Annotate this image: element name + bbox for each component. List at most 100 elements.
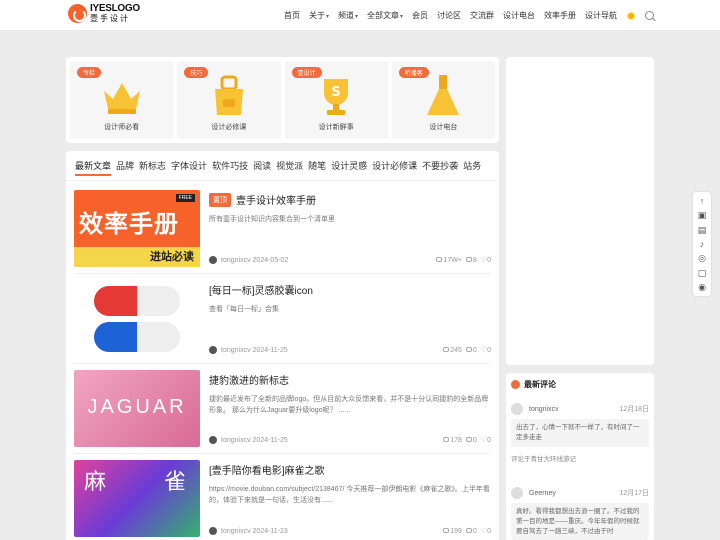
nav-radio[interactable]: 设计电台 xyxy=(503,10,535,21)
tab-latest[interactable]: 最新文章 xyxy=(75,159,112,176)
likes-count[interactable]: ♡0 xyxy=(481,527,491,535)
tab-software-tips[interactable]: 软件巧技 xyxy=(212,159,248,172)
sun-icon[interactable] xyxy=(628,12,634,19)
comment-item[interactable]: Geerney 12月17日 真好。看得我都想出去浪一圈了。不过我的第一目的地是… xyxy=(511,487,649,540)
post-title[interactable]: 捷豹激进的新标志 xyxy=(209,372,289,387)
nav-member[interactable]: 会员 xyxy=(412,10,428,21)
tab-site-news[interactable]: 站务 xyxy=(463,159,481,172)
floating-toolbar: ↑ ▣ ▤ ♪ ◎ ▢ ◉ xyxy=(693,192,711,296)
weibo-icon[interactable]: ◉ xyxy=(697,282,707,292)
author-avatar xyxy=(209,527,217,535)
search-icon[interactable] xyxy=(645,11,654,20)
likes-count[interactable]: ♡0 xyxy=(481,436,491,444)
post-thumbnail[interactable] xyxy=(74,280,200,357)
avatar xyxy=(511,403,523,415)
list-item[interactable]: [每日一标]灵感胶囊icon 查看「每日一标」合集 tongnixcv 2024… xyxy=(74,274,491,364)
logo-mark-icon xyxy=(68,4,87,23)
list-item[interactable]: FREE 效率手册 进站必读 置顶 壹手设计效率手册 所有壹手设计知识内容集合到… xyxy=(74,184,491,274)
list-item[interactable]: 麻 雀 [壹手陪你看电影]麻雀之歌 https://movie.douban.c… xyxy=(74,454,491,540)
nav-about[interactable]: 关于▾ xyxy=(309,10,329,21)
post-excerpt: 查看「每日一标」合集 xyxy=(209,306,279,313)
card-label: 设计电台 xyxy=(429,124,458,131)
post-author[interactable]: tongnixcv xyxy=(221,528,251,535)
post-meta: tongnixcv 2024-11-25 245 0 ♡0 xyxy=(209,346,491,354)
tab-inspiration[interactable]: 设计灵感 xyxy=(331,159,367,172)
likes-count[interactable]: ♡0 xyxy=(481,256,491,264)
main-nav: 首页 关于▾ 频道▾ 全部文章▾ 会员 讨论区 交流群 设计电台 效率手册 设计… xyxy=(284,0,654,31)
post-author[interactable]: tongnixcv xyxy=(221,437,251,444)
likes-count[interactable]: ♡0 xyxy=(481,346,491,354)
chevron-down-icon: ▾ xyxy=(399,14,403,20)
post-title[interactable]: 壹手设计效率手册 xyxy=(236,192,316,207)
comment-icon xyxy=(465,437,472,443)
card-design-radio[interactable]: 听播客 设计电台 xyxy=(391,61,495,139)
post-title[interactable]: [壹手陪你看电影]麻雀之歌 xyxy=(209,462,325,477)
post-author[interactable]: tongnixcv xyxy=(221,347,251,354)
thumb-subtitle: 进站必读 xyxy=(150,251,194,263)
bilibili-icon[interactable]: ▢ xyxy=(697,268,707,278)
author-avatar xyxy=(209,346,217,354)
post-meta: tongnixcv 2024-11-25 178 0 ♡0 xyxy=(209,436,491,444)
post-excerpt: https://movie.douban.com/subject/2138467… xyxy=(209,486,490,504)
crown-icon xyxy=(103,83,140,114)
card-design-news[interactable]: 壹设计 S 设计新鲜事 xyxy=(284,61,388,139)
views-count: 199 xyxy=(443,528,462,535)
post-thumbnail[interactable]: JAGUAR xyxy=(74,370,200,447)
comment-icon xyxy=(465,528,472,534)
thumb-title: JAGUAR xyxy=(87,396,187,418)
post-author[interactable]: tongnixcv xyxy=(221,257,251,264)
tab-typography[interactable]: 字体设计 xyxy=(171,159,207,172)
list-item[interactable]: JAGUAR 捷豹激进的新标志 捷豹最近发布了全新的品牌logo。但从目前大众反… xyxy=(74,364,491,454)
post-thumbnail[interactable]: 麻 雀 xyxy=(74,460,200,537)
tab-essay[interactable]: 随笔 xyxy=(308,159,326,172)
avatar xyxy=(511,487,523,499)
card-label: 设计师必看 xyxy=(104,124,140,131)
tab-visual[interactable]: 视觉派 xyxy=(276,159,303,172)
post-meta: tongnixcv 2024-11-23 199 0 ♡0 xyxy=(209,527,491,535)
post-title[interactable]: [每日一标]灵感胶囊icon xyxy=(209,282,313,297)
logo-subtitle: 壹手设计 xyxy=(90,14,130,23)
mic-icon[interactable]: ♪ xyxy=(697,239,707,249)
site-logo[interactable]: IYESLOGO 壹手设计 xyxy=(68,4,140,23)
bookmark-icon[interactable]: ▣ xyxy=(697,210,707,220)
card-designer-must-see[interactable]: 专栏 设计师必看 xyxy=(70,61,174,139)
post-date: 2024-05-02 xyxy=(252,256,289,264)
thumb-tag: FREE xyxy=(175,194,195,202)
card-design-course[interactable]: 技巧 设计必修课 xyxy=(177,61,281,139)
eye-icon xyxy=(443,528,450,534)
comment-item[interactable]: tongnixcv 12月18日 出去了，心情一下就不一样了，有时间了一定多走走… xyxy=(511,403,649,463)
tab-course[interactable]: 设计必修课 xyxy=(372,159,417,172)
nav-home[interactable]: 首页 xyxy=(284,10,300,21)
comment-text: 真好。看得我都想出去浪一圈了。不过我的第一目的地是——重庆。今年年假的时候就要自… xyxy=(511,503,649,540)
arrow-up-icon[interactable]: ↑ xyxy=(697,196,707,206)
thumb-title: 麻 xyxy=(84,469,107,494)
tab-new-logo[interactable]: 新标志 xyxy=(139,159,166,172)
chat-icon[interactable]: ▤ xyxy=(697,225,707,235)
post-meta: tongnixcv 2024-05-02 17W+ 8 ♡0 xyxy=(209,256,491,264)
post-thumbnail[interactable]: FREE 效率手册 进站必读 xyxy=(74,190,200,267)
views-count: 245 xyxy=(443,347,462,354)
comment-source-link[interactable]: 评论于青甘大环线游记 xyxy=(511,453,649,463)
comment-author[interactable]: Geerney xyxy=(529,490,556,497)
post-excerpt: 捷豹最近发布了全新的品牌logo。但从目前大众反馈来看，并不是十分认同捷豹的全新… xyxy=(209,396,489,414)
eye-icon xyxy=(443,347,450,353)
nav-design-guide[interactable]: 设计导航 xyxy=(585,10,617,21)
post-date: 2024-11-25 xyxy=(252,346,288,354)
nav-handbook[interactable]: 效率手册 xyxy=(544,10,576,21)
eye-icon xyxy=(436,257,443,263)
nav-group[interactable]: 交流群 xyxy=(470,10,494,21)
comments-count: 0 xyxy=(465,347,477,354)
nav-channel[interactable]: 频道▾ xyxy=(338,10,358,21)
category-tabs: 最新文章 品牌 新标志 字体设计 软件巧技 阅读 视觉派 随笔 设计灵感 设计必… xyxy=(66,151,499,181)
tab-no-plagiarism[interactable]: 不要抄袭 xyxy=(422,159,458,172)
svg-text:S: S xyxy=(331,85,340,100)
tab-reading[interactable]: 阅读 xyxy=(253,159,271,172)
card-label: 设计新鲜事 xyxy=(318,124,354,131)
comment-author[interactable]: tongnixcv xyxy=(529,406,559,413)
wechat-icon[interactable]: ◎ xyxy=(697,253,707,263)
tab-brand[interactable]: 品牌 xyxy=(116,159,134,172)
nav-all-articles[interactable]: 全部文章▾ xyxy=(367,10,403,21)
comments-count: 0 xyxy=(465,437,477,444)
thumb-subtitle: 雀 xyxy=(163,469,186,494)
nav-forum[interactable]: 讨论区 xyxy=(437,10,461,21)
